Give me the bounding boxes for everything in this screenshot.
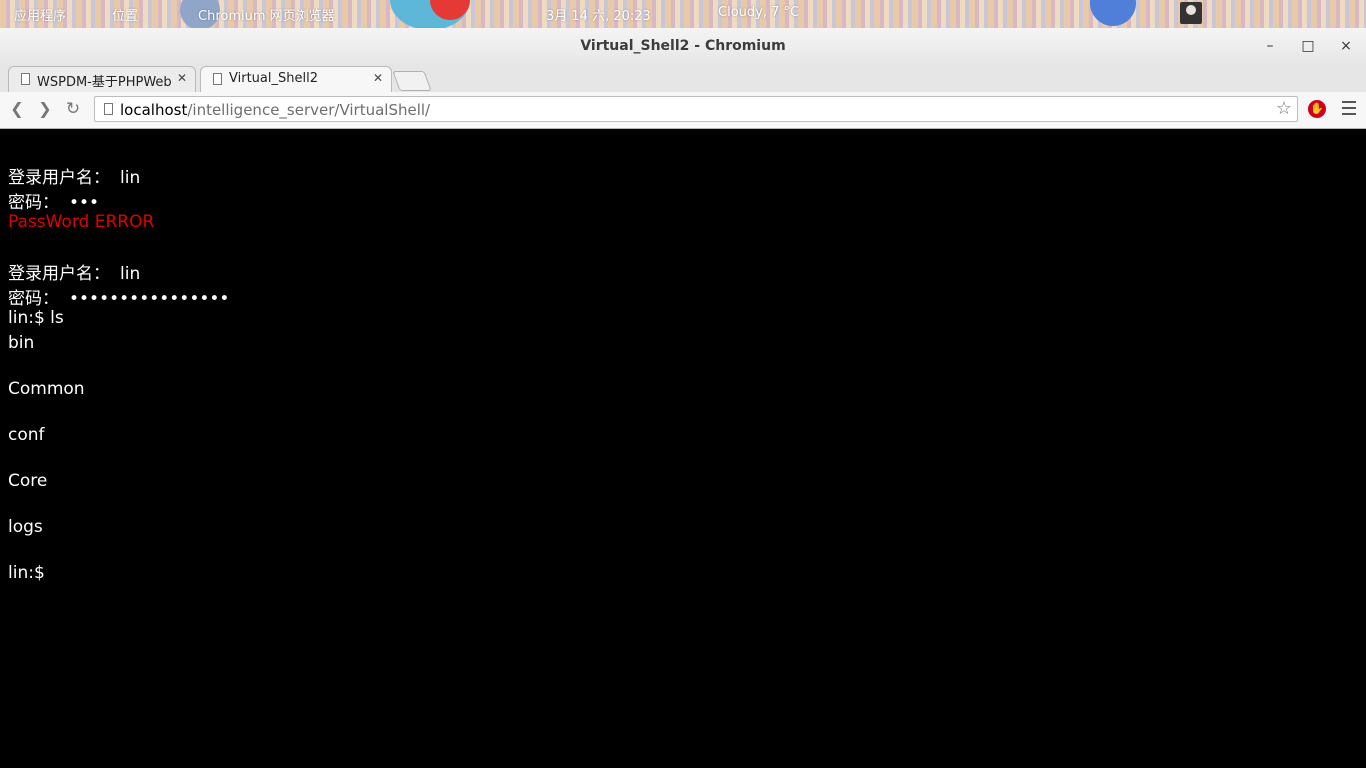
address-bar[interactable]: localhost/intelligence_server/VirtualShe… <box>94 96 1298 122</box>
clock[interactable]: 3月 14 六, 20:23 <box>546 5 651 24</box>
extension-stop-icon[interactable]: ✋ <box>1308 100 1326 118</box>
login-line: 登录用户名： lin <box>8 163 140 188</box>
login-line: 登录用户名： lin <box>8 259 140 284</box>
tab-close-icon[interactable]: ✕ <box>373 71 383 85</box>
error-message: PassWord ERROR <box>8 212 155 232</box>
password-line: 密码： •••••••••••••••• <box>8 284 229 309</box>
username-value: lin <box>120 264 141 284</box>
weather-indicator[interactable]: Cloudy, 7 °C <box>718 5 799 20</box>
output-line: Core <box>8 471 48 491</box>
new-tab-button[interactable] <box>392 71 432 91</box>
window-titlebar[interactable]: Virtual_Shell2 - Chromium – □ × <box>0 28 1366 64</box>
url-host: localhost <box>120 101 188 119</box>
terminal-page: 登录用户名： lin 密码： ••• PassWord ERROR 登录用户名： li… <box>0 129 1366 768</box>
forward-icon[interactable]: ❯ <box>36 100 54 118</box>
tab-label: Virtual_Shell2 <box>229 71 318 86</box>
password-value: ••• <box>69 193 100 213</box>
username-value: lin <box>120 168 141 188</box>
output-line: logs <box>8 517 43 537</box>
output-line: bin <box>8 333 35 353</box>
url-text[interactable]: localhost/intelligence_server/VirtualShe… <box>120 101 430 119</box>
username-label: 登录用户名： <box>8 168 110 188</box>
tab-close-icon[interactable]: ✕ <box>177 71 187 85</box>
password-line: 密码： ••• <box>8 188 99 213</box>
applications-menu[interactable]: 应用程序 <box>14 5 66 24</box>
password-label: 密码： <box>8 193 59 213</box>
page-icon <box>21 73 30 85</box>
tab-label: WSPDM-基于PHPWeb <box>37 75 172 90</box>
minimize-button[interactable]: – <box>1260 36 1280 56</box>
wallpaper-decoration <box>1090 0 1136 26</box>
page-icon <box>213 73 222 85</box>
bookmark-star-icon[interactable]: ☆ <box>1276 98 1292 119</box>
username-label: 登录用户名： <box>8 264 110 284</box>
window-title: Virtual_Shell2 - Chromium <box>580 38 786 54</box>
tab-virtual-shell2[interactable]: Virtual_Shell2 ✕ <box>200 66 392 92</box>
desktop-top-panel: 应用程序 位置 Chromium 网页浏览器 3月 14 六, 20:23 Cl… <box>0 0 1366 28</box>
back-icon[interactable]: ❮ <box>8 100 26 118</box>
tab-wspdm[interactable]: WSPDM-基于PHPWeb ✕ <box>8 66 196 92</box>
output-line: Common <box>8 379 85 399</box>
user-avatar-icon[interactable] <box>1180 2 1202 24</box>
places-menu[interactable]: 位置 <box>112 5 138 24</box>
active-app-menu[interactable]: Chromium 网页浏览器 <box>198 5 335 24</box>
command-line: lin:$ ls <box>8 308 64 328</box>
password-label: 密码： <box>8 289 59 309</box>
menu-icon[interactable] <box>1342 101 1356 119</box>
maximize-button[interactable]: □ <box>1298 36 1318 56</box>
url-path: /intelligence_server/VirtualShell/ <box>187 101 431 119</box>
page-icon <box>104 103 113 115</box>
shell-prompt[interactable]: lin:$ <box>8 563 45 583</box>
password-value: •••••••••••••••• <box>69 289 230 309</box>
output-line: conf <box>8 425 45 445</box>
reload-icon[interactable]: ↻ <box>64 100 82 118</box>
browser-toolbar: ❮ ❯ ↻ localhost/intelligence_server/Virt… <box>0 92 1366 129</box>
tab-strip: WSPDM-基于PHPWeb ✕ Virtual_Shell2 ✕ <box>0 64 1366 92</box>
close-window-button[interactable]: × <box>1336 36 1356 56</box>
